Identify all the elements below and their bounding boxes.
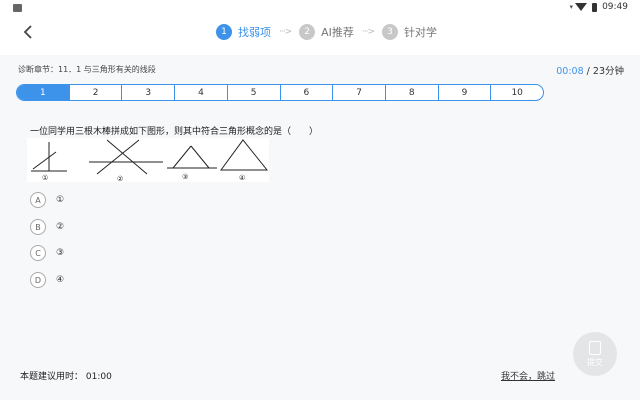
- option-c-letter: C: [30, 245, 46, 261]
- submit-label: 提交: [587, 357, 603, 367]
- step-3-label: 针对学: [404, 26, 438, 39]
- question-number-5[interactable]: 5: [228, 85, 281, 100]
- step-3-number: 3: [382, 24, 399, 40]
- option-c-text: ③: [56, 248, 65, 258]
- option-d-letter: D: [30, 272, 46, 288]
- wifi-icon: [575, 3, 588, 11]
- step-arrow: ···>: [279, 27, 292, 37]
- option-b[interactable]: B ②: [30, 219, 64, 235]
- question-number-10[interactable]: 10: [491, 85, 543, 100]
- battery-icon: [592, 2, 598, 12]
- step-2-label: AI推荐: [321, 26, 354, 39]
- question-figure: ① ② ③ ④: [27, 138, 269, 182]
- figure-3: [167, 145, 217, 169]
- step-1-label: 找弱项: [238, 26, 271, 39]
- sim-icon: ▾: [569, 3, 574, 11]
- question-number-6[interactable]: 6: [281, 85, 334, 100]
- option-d-text: ④: [56, 275, 65, 285]
- step-1: 1 找弱项: [216, 24, 271, 40]
- timer-total: / 23分钟: [583, 66, 624, 77]
- question-number-2[interactable]: 2: [70, 85, 123, 100]
- submit-button[interactable]: 提交: [573, 332, 617, 376]
- figure-4: [220, 139, 269, 171]
- back-arrow-icon[interactable]: [20, 24, 36, 40]
- step-2: 2 AI推荐: [299, 24, 354, 40]
- figure-2: [89, 139, 163, 175]
- question-text: 一位同学用三根木棒拼成如下图形，则其中符合三角形概念的是（ ）: [30, 127, 319, 137]
- step-3: 3 针对学: [382, 24, 437, 40]
- figure-1-label: ①: [42, 174, 48, 182]
- option-b-text: ②: [56, 222, 65, 232]
- timer: 00:08 / 23分钟: [556, 63, 624, 77]
- question-number-3[interactable]: 3: [122, 85, 176, 100]
- image-notification-icon: [13, 4, 22, 12]
- option-a[interactable]: A ①: [30, 192, 64, 208]
- option-b-letter: B: [30, 219, 46, 235]
- step-arrow: ···>: [361, 27, 375, 37]
- document-icon: [589, 340, 601, 355]
- figure-4-label: ④: [239, 174, 245, 182]
- figure-3-label: ③: [182, 173, 188, 181]
- question-number-9[interactable]: 9: [439, 85, 492, 100]
- top-nav: 1 找弱项 ···> 2 AI推荐 ···> 3 针对学: [0, 16, 640, 48]
- step-1-number: 1: [216, 24, 232, 40]
- step-indicator: 1 找弱项 ···> 2 AI推荐 ···> 3 针对学: [216, 22, 437, 42]
- question-number-bar: 1 2 3 4 5 6 7 8 9 10: [16, 84, 544, 101]
- question-number-7[interactable]: 7: [333, 85, 386, 100]
- status-bar: ▾ 09:49: [0, 0, 640, 16]
- status-time: 09:49: [602, 2, 628, 12]
- question-number-1[interactable]: 1: [17, 85, 70, 100]
- figure-2-label: ②: [117, 175, 123, 182]
- timer-current: 00:08: [556, 66, 584, 77]
- figure-1: [31, 142, 67, 172]
- question-panel: [0, 55, 640, 400]
- option-c[interactable]: C ③: [30, 245, 64, 261]
- question-number-8[interactable]: 8: [386, 85, 439, 100]
- suggested-time: 本题建议用时： 01:00: [20, 372, 112, 382]
- option-a-letter: A: [30, 192, 46, 208]
- step-2-number: 2: [299, 24, 316, 40]
- question-number-4[interactable]: 4: [175, 85, 228, 100]
- option-a-text: ①: [56, 195, 65, 205]
- option-d[interactable]: D ④: [30, 272, 64, 288]
- skip-link[interactable]: 我不会，跳过: [501, 369, 555, 382]
- diagnosis-chapter: 诊断章节：11．1 与三角形有关的线段: [18, 65, 156, 74]
